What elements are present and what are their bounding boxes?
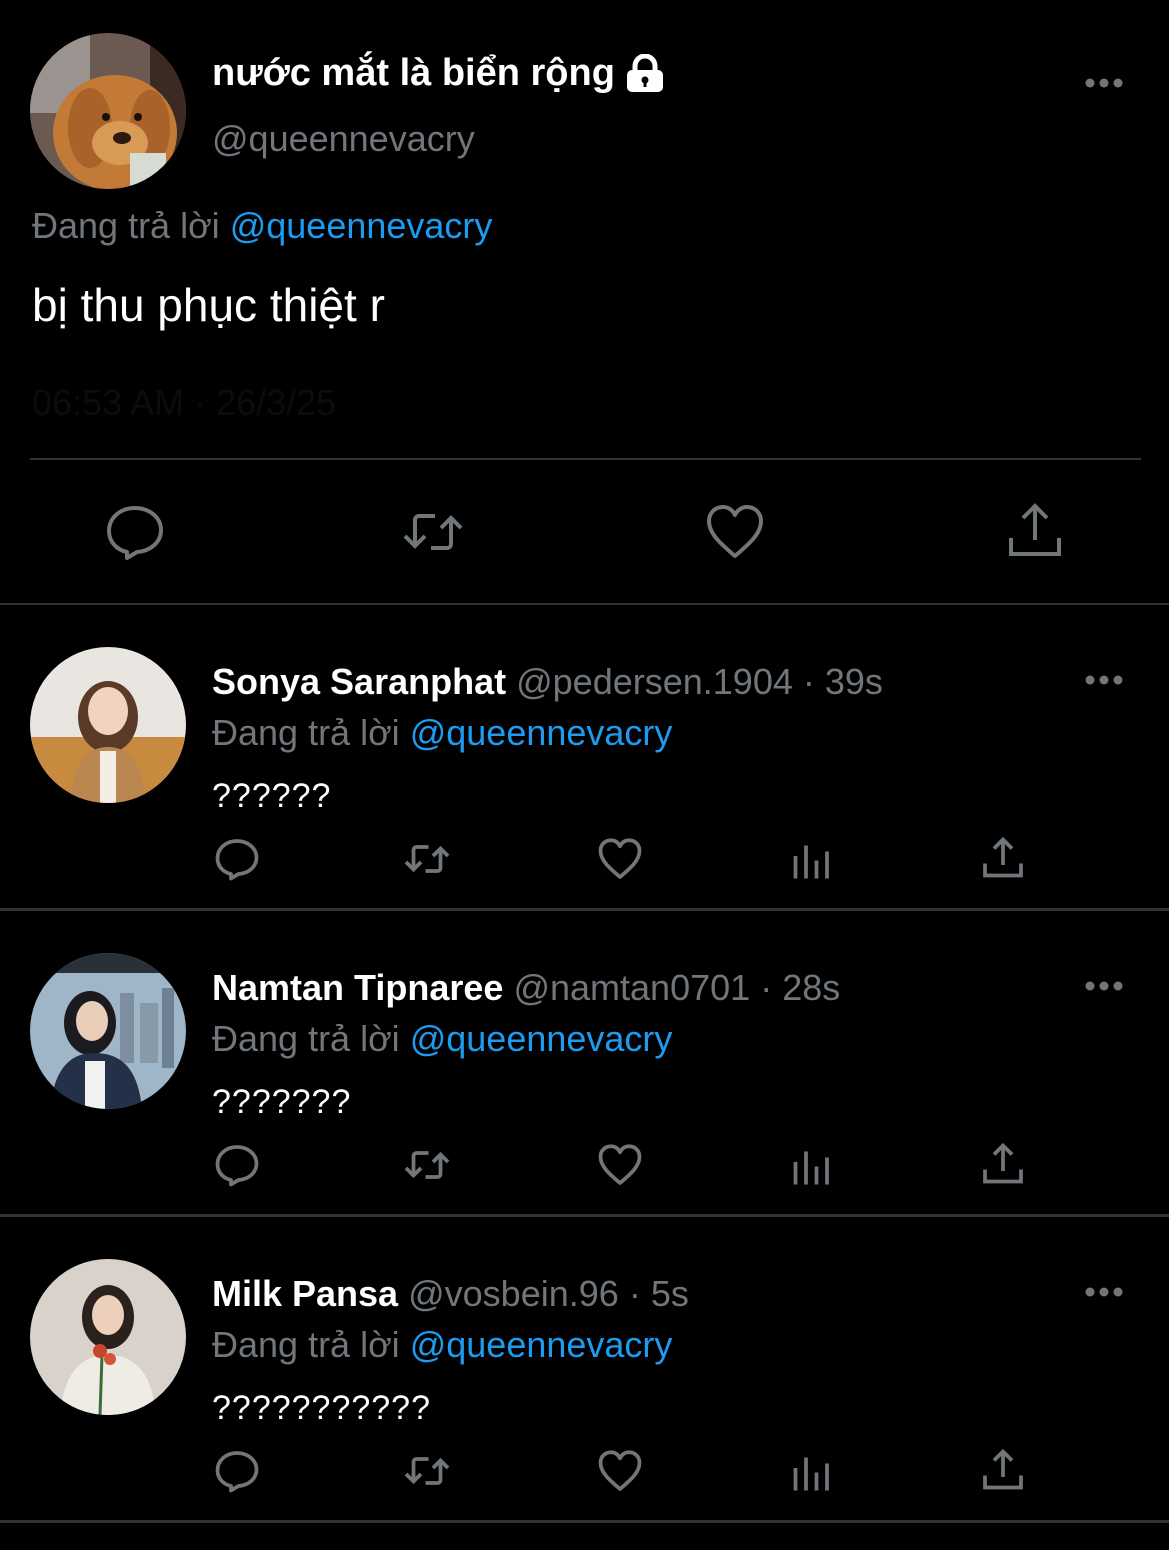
display-name[interactable]: nước mắt là biển rộng [212,52,665,95]
profile-photo [30,1259,186,1415]
main-tweet: nước mắt là biển rộng @queennevacry Đang… [0,0,1169,605]
replying-to: Đang trả lời @queennevacry [212,1324,672,1366]
handle[interactable]: @queennevacry [212,118,475,160]
reply-icon [107,506,163,560]
retweet-icon [403,514,463,550]
share-icon [983,1142,1023,1184]
retweet-icon [404,1457,450,1485]
tweet-text: bị thu phục thiệt r [32,279,385,331]
reply-tweet[interactable]: Sonya Saranphat @pedersen.1904 · 39s Đan… [0,605,1169,911]
lock-icon [626,53,663,92]
tweet-text: ??????? [212,1083,352,1121]
tweet-timestamp: 06:53 AM · 26/3/25 [32,382,337,423]
action-bar [0,1141,1169,1191]
reply-button[interactable] [213,1447,261,1495]
more-icon[interactable] [1084,1285,1124,1299]
separator-dot: · [802,661,815,702]
mention-link[interactable]: @queennevacry [410,712,673,753]
replying-to-prefix: Đang trả lời [32,205,220,246]
replying-to-prefix: Đang trả lời [212,1324,400,1365]
retweet-button[interactable] [403,1141,451,1189]
handle[interactable]: @namtan0701 [513,967,750,1008]
more-icon[interactable] [1084,979,1124,993]
mention-link[interactable]: @queennevacry [410,1018,673,1059]
divider [30,458,1141,460]
analytics-icon [793,1151,829,1185]
profile-photo [30,647,186,803]
like-icon [598,1450,642,1491]
display-name[interactable]: Namtan Tipnaree [212,967,503,1008]
share-button[interactable] [979,1141,1027,1189]
avatar[interactable] [30,33,186,189]
analytics-button[interactable] [788,1141,836,1189]
display-name-text: nước mắt là biển rộng [212,52,615,94]
separator-dot: · [628,1273,641,1314]
reply-header: Sonya Saranphat @pedersen.1904 · 39s [212,661,883,703]
reply-icon [215,839,259,881]
action-bar [0,1447,1169,1497]
replying-to: Đang trả lời @queennevacry [32,205,492,247]
reply-button[interactable] [213,835,261,883]
replying-to-prefix: Đang trả lời [212,1018,400,1059]
retweet-button[interactable] [403,835,451,883]
like-button[interactable] [596,1447,644,1495]
like-button[interactable] [703,500,767,564]
replying-to: Đang trả lời @queennevacry [212,1018,672,1060]
retweet-button[interactable] [403,1447,451,1495]
dog-avatar-image [30,33,186,189]
avatar[interactable] [30,647,186,803]
action-bar [0,835,1169,885]
timestamp[interactable]: 39s [825,661,883,702]
avatar[interactable] [30,1259,186,1415]
analytics-icon [793,845,829,879]
mention-link[interactable]: @queennevacry [410,1324,673,1365]
retweet-icon [404,1151,450,1179]
reply-tweet[interactable]: Namtan Tipnaree @namtan0701 · 28s Đang t… [0,911,1169,1217]
analytics-button[interactable] [788,835,836,883]
share-button[interactable] [1003,500,1067,564]
more-icon[interactable] [1084,76,1124,90]
reply-button[interactable] [213,1141,261,1189]
reply-header: Milk Pansa @vosbein.96 · 5s [212,1273,689,1315]
separator-dot: · [760,967,773,1008]
tweet-text: ?????? [212,777,332,815]
share-button[interactable] [979,835,1027,883]
like-button[interactable] [596,835,644,883]
reply-header: Namtan Tipnaree @namtan0701 · 28s [212,967,840,1009]
reply-icon [215,1451,259,1493]
handle[interactable]: @pedersen.1904 [516,661,793,702]
like-icon [598,838,642,879]
like-icon [707,505,763,558]
replying-to: Đang trả lời @queennevacry [212,712,672,754]
retweet-icon [404,845,450,873]
display-name[interactable]: Milk Pansa [212,1273,398,1314]
action-bar [0,500,1169,570]
mention-link[interactable]: @queennevacry [230,205,493,246]
like-button[interactable] [596,1141,644,1189]
reply-button[interactable] [103,500,167,564]
reply-tweet[interactable]: Milk Pansa @vosbein.96 · 5s Đang trả lời… [0,1217,1169,1523]
share-button[interactable] [979,1447,1027,1495]
like-icon [598,1144,642,1185]
handle[interactable]: @vosbein.96 [408,1273,619,1314]
reply-icon [215,1145,259,1187]
timestamp[interactable]: 28s [782,967,840,1008]
analytics-button[interactable] [788,1447,836,1495]
profile-photo [30,953,186,1109]
avatar[interactable] [30,953,186,1109]
tweet-text: ??????????? [212,1389,432,1427]
analytics-icon [793,1457,829,1491]
share-icon [1009,503,1061,556]
more-icon[interactable] [1084,673,1124,687]
share-icon [983,1448,1023,1490]
timestamp[interactable]: 5s [651,1273,689,1314]
display-name[interactable]: Sonya Saranphat [212,661,506,702]
share-icon [983,836,1023,878]
replying-to-prefix: Đang trả lời [212,712,400,753]
retweet-button[interactable] [401,500,465,564]
